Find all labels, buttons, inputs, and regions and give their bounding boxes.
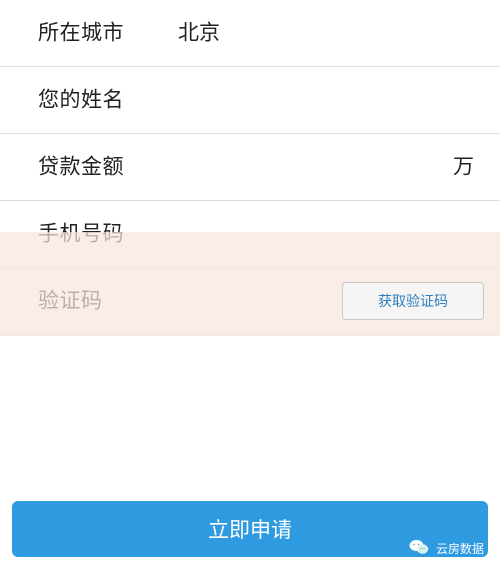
name-label: 您的姓名 — [38, 87, 124, 112]
city-row[interactable]: 所在城市 北京 — [0, 0, 500, 67]
loan-amount-unit: 万 — [453, 154, 474, 179]
wechat-icon — [408, 538, 430, 559]
name-row[interactable]: 您的姓名 — [0, 67, 500, 134]
loan-application-form: 所在城市 北京 您的姓名 贷款金额 万 手机号码 验证码 获取验证码 — [0, 0, 500, 342]
phone-label: 手机号码 — [38, 221, 124, 246]
verification-label: 验证码 — [38, 288, 103, 313]
watermark-text: 云房数据 — [435, 542, 484, 556]
verification-row[interactable]: 验证码 获取验证码 — [0, 268, 500, 335]
phone-row[interactable]: 手机号码 — [0, 201, 500, 268]
watermark: 云房数据 — [408, 538, 484, 559]
loan-amount-row[interactable]: 贷款金额 万 — [0, 134, 500, 201]
loan-amount-label: 贷款金额 — [38, 154, 124, 179]
city-value[interactable]: 北京 — [178, 22, 220, 44]
get-code-button[interactable]: 获取验证码 — [342, 282, 484, 320]
city-label: 所在城市 — [38, 20, 124, 45]
